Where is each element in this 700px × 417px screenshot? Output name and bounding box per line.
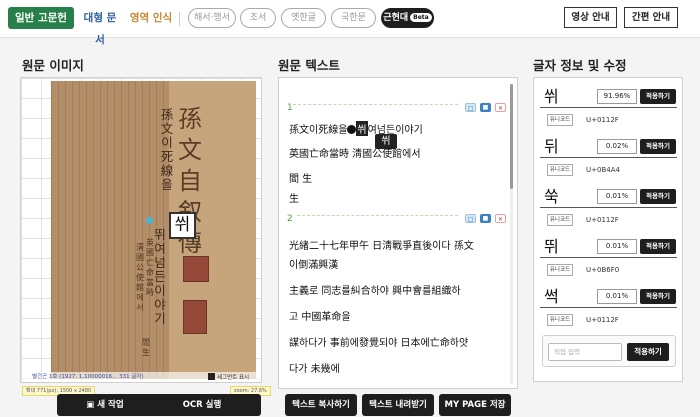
checkbox-icon xyxy=(208,373,215,380)
tab-area-recognition[interactable]: 영역 인식 xyxy=(128,7,174,29)
segment-2-line-5[interactable]: 謀하다가 事前에發覺되야 日本에亡命하얏 xyxy=(289,334,468,349)
upload-icon: ▣ xyxy=(86,400,95,410)
segment-2-save-icon[interactable]: ■ xyxy=(480,214,491,223)
unicode-value: U+0112F xyxy=(586,116,619,124)
selected-character[interactable]: 쒸 xyxy=(356,121,368,136)
candidate-row: 뛰 0.01% 적용하기 xyxy=(540,236,677,258)
segment-1-line-1[interactable]: 孫文이死線을 쒸여넘든이야기 xyxy=(289,121,423,136)
document-column-small-2: 淸國公使館에서 xyxy=(136,243,144,312)
document-column-small-1: 英國亡命當時 xyxy=(146,238,154,297)
cursor-dot xyxy=(347,125,357,134)
pill-old-hangul[interactable]: 옛한글 xyxy=(281,8,326,28)
candidate-char: 쒸 xyxy=(544,87,559,106)
candidate-confidence: 0.01% xyxy=(597,239,637,254)
segment-2-line-2[interactable]: 이倒滿興漢 xyxy=(289,256,338,271)
unicode-value: U+0B6F0 xyxy=(586,266,620,274)
ocr-run-button[interactable]: OCR 실행 xyxy=(143,394,261,416)
candidate-row: 쒸 91.96% 적용하기 xyxy=(540,86,677,108)
segment-1-line-1-pre: 孫文이死線을 xyxy=(289,125,348,136)
download-text-button[interactable]: 텍스트 내려받기 xyxy=(362,394,434,416)
segment-1-line-4[interactable]: 生 xyxy=(289,190,299,205)
seal-stamp-top xyxy=(183,256,209,282)
segment-divider-2 xyxy=(297,215,458,216)
candidate-apply-button[interactable]: 적용하기 xyxy=(640,189,676,204)
segment-1-save-icon[interactable]: ■ xyxy=(480,103,491,112)
candidate-3: 쑥 0.01% 적용하기 유니코드 U+0112F xyxy=(540,186,677,233)
unicode-value: U+0112F xyxy=(586,216,619,224)
seal-stamp-bottom xyxy=(183,300,207,334)
segment-2-line-3[interactable]: 主義로 同志를糾合하야 興中會를組織하 xyxy=(289,282,461,297)
candidate-2: 뒤 0.02% 적용하기 유니코드 U+0B4A4 xyxy=(540,136,677,183)
segment-marker xyxy=(146,217,153,224)
segment-number-2: 2 xyxy=(287,214,293,224)
candidate-4: 뛰 0.01% 적용하기 유니코드 U+0B6F0 xyxy=(540,236,677,283)
segment-2-delete-icon[interactable]: ✕ xyxy=(495,214,506,223)
char-section-title: 글자 정보 및 수정 xyxy=(533,58,627,73)
segment-number-1: 1 xyxy=(287,103,293,113)
tab-large-documents[interactable]: 대형 문서 xyxy=(80,7,120,46)
unicode-label: 유니코드 xyxy=(547,264,573,276)
segment-2-line-6[interactable]: 다가 未幾에 xyxy=(289,360,340,375)
segment-2-line-4[interactable]: 고 中國革命을 xyxy=(289,308,351,323)
candidate-char: 썩 xyxy=(544,287,559,306)
direct-input-field[interactable]: 직접 입력 xyxy=(548,343,622,361)
segment-2-copy-icon[interactable]: □ xyxy=(465,214,476,223)
beta-badge: Beta xyxy=(410,13,432,22)
document-column-main-1: 孫文이死線을 xyxy=(160,107,174,192)
segment-2-line-1[interactable]: 光緖二十七年甲午 日淸戰爭直後이다 孫文 xyxy=(289,237,474,252)
video-guide-button[interactable]: 영상 안내 xyxy=(564,7,617,28)
pill-mixed-script[interactable]: 국한문 xyxy=(331,8,376,28)
candidate-confidence: 0.02% xyxy=(597,139,637,154)
segment-toggle-label: 세그먼트 표시 xyxy=(217,375,250,381)
candidate-apply-button[interactable]: 적용하기 xyxy=(640,239,676,254)
candidate-row: 쑥 0.01% 적용하기 xyxy=(540,186,677,208)
candidate-row: 썩 0.01% 적용하기 xyxy=(540,286,677,308)
image-section-title: 원문 이미지 xyxy=(22,58,84,73)
segment-1-copy-icon[interactable]: □ xyxy=(465,103,476,112)
original-image-viewer[interactable]: 孫文自叙傳 孫文이死線을 뛰여넘든이야기 英國亡命當時 淸國公使館에서 閻生 쒸… xyxy=(20,77,262,383)
candidate-apply-button[interactable]: 적용하기 xyxy=(640,89,676,104)
original-text-editor[interactable]: 1 □ ■ ✕ 孫文이死線을 쒸여넘든이야기 쒸 英國亡命當時 淸國公使館에서 閻… xyxy=(278,77,518,389)
candidate-apply-button[interactable]: 적용하기 xyxy=(640,289,676,304)
character-info-panel: 쒸 91.96% 적용하기 유니코드 U+0112F 뒤 0.02% 적용하기 … xyxy=(533,77,683,382)
candidate-char: 쑥 xyxy=(544,187,559,206)
unicode-value: U+0B4A4 xyxy=(586,166,620,174)
candidate-5: 썩 0.01% 적용하기 유니코드 U+0112F xyxy=(540,286,677,333)
unicode-label: 유니코드 xyxy=(547,214,573,226)
quick-guide-button[interactable]: 간편 안내 xyxy=(624,7,678,28)
segment-1-delete-icon[interactable]: ✕ xyxy=(495,103,506,112)
top-bar: 일반 고문헌 대형 문서 영역 인식 해서·행서 초서 옛한글 국한문 근현대 B… xyxy=(0,0,700,46)
direct-apply-button[interactable]: 적용하기 xyxy=(627,343,669,361)
pill-modern[interactable]: 근현대 Beta xyxy=(381,8,434,28)
segment-toggle[interactable]: 세그먼트 표시 xyxy=(208,373,250,382)
candidate-char: 뛰 xyxy=(544,237,559,256)
scrollbar[interactable] xyxy=(510,84,513,189)
text-section-title: 원문 텍스트 xyxy=(278,58,340,73)
segment-1-line-3[interactable]: 閻 生 xyxy=(289,170,312,185)
unicode-label: 유니코드 xyxy=(547,164,573,176)
candidate-row: 뒤 0.02% 적용하기 xyxy=(540,136,677,158)
candidate-confidence: 0.01% xyxy=(597,289,637,304)
candidate-apply-button[interactable]: 적용하기 xyxy=(640,139,676,154)
candidate-confidence: 0.01% xyxy=(597,189,637,204)
pill-haeseo[interactable]: 해서·행서 xyxy=(188,8,236,28)
mypage-save-button[interactable]: MY PAGE 저장 xyxy=(439,394,511,416)
document-column-small-3: 閻生 xyxy=(142,338,150,357)
unicode-label: 유니코드 xyxy=(547,314,573,326)
candidate-char: 뒤 xyxy=(544,137,559,156)
pill-choseo[interactable]: 초서 xyxy=(240,8,276,28)
pill-modern-label: 근현대 xyxy=(383,13,409,23)
highlighted-character-box[interactable]: 쒸 xyxy=(169,212,196,239)
tab-divider xyxy=(179,12,180,26)
segment-1-line-2[interactable]: 英國亡命當時 淸國公使館에서 xyxy=(289,145,421,160)
unicode-value: U+0112F xyxy=(586,316,619,324)
candidate-confidence: 91.96% xyxy=(597,89,637,104)
segment-divider-1 xyxy=(293,104,458,105)
unicode-label: 유니코드 xyxy=(547,114,573,126)
new-task-label: 새 작업 xyxy=(97,400,124,410)
candidate-1: 쒸 91.96% 적용하기 유니코드 U+0112F xyxy=(540,86,677,133)
copy-text-button[interactable]: 텍스트 복사하기 xyxy=(285,394,357,416)
tab-general-documents[interactable]: 일반 고문헌 xyxy=(8,7,74,29)
new-task-button[interactable]: ▣ 새 작업 xyxy=(57,394,153,416)
